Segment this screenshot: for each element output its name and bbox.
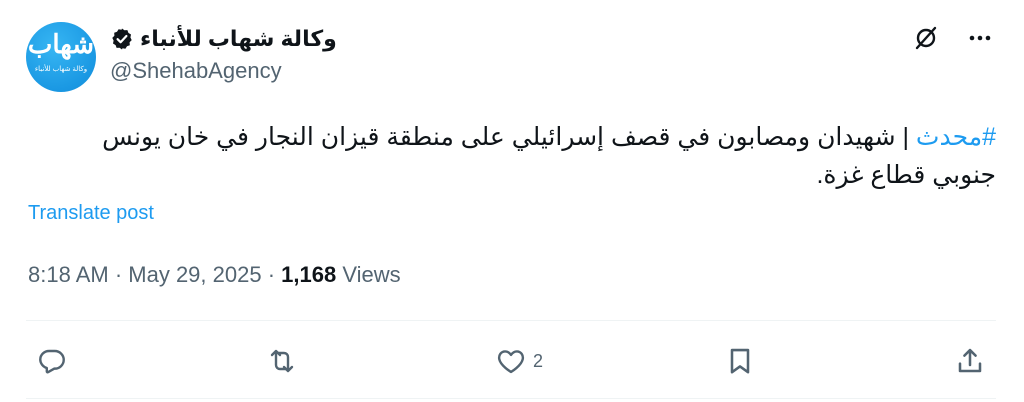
author-handle[interactable]: @ShehabAgency (110, 58, 282, 84)
divider-top (26, 320, 996, 321)
grok-slash-icon[interactable] (912, 24, 940, 52)
tweet-timestamp[interactable]: 8:18 AM · May 29, 2025 (28, 262, 262, 287)
more-icon[interactable] (966, 24, 994, 52)
divider-bottom (26, 398, 996, 399)
avatar-logo-text: شهاب (27, 30, 95, 60)
verified-badge-icon (112, 28, 132, 50)
views-count: 1,168 (281, 262, 337, 287)
translate-post-link[interactable]: Translate post (28, 202, 154, 225)
author-display-name[interactable]: وكالة شهاب للأنباء (140, 26, 337, 52)
repost-button[interactable] (265, 338, 305, 384)
views-label: Views (336, 262, 401, 287)
repost-icon (270, 349, 294, 373)
reply-icon (39, 349, 65, 374)
bookmark-icon (730, 348, 750, 374)
tweet-body-text: | شهيدان ومصابون في قصف إسرائيلي على منط… (102, 123, 996, 189)
share-button[interactable] (954, 338, 992, 384)
avatar[interactable]: شهاب وكالة شهاب للأنباء (26, 22, 96, 92)
share-icon (958, 348, 982, 373)
avatar-logo-subtext: وكالة شهاب للأنباء (34, 66, 88, 73)
meta-separator: · (261, 262, 282, 287)
tweet-top-actions (912, 24, 994, 52)
heart-icon (497, 350, 525, 374)
tweet-action-bar: 2 (0, 338, 1024, 384)
tweet-meta: 8:18 AM · May 29, 2025 · 1,168 Views (28, 262, 401, 288)
tweet-text: #محدث | شهيدان ومصابون في قصف إسرائيلي ع… (36, 118, 996, 194)
like-button[interactable]: 2 (495, 338, 543, 384)
like-count: 2 (533, 350, 544, 371)
author-name-row: وكالة شهاب للأنباء (110, 24, 337, 54)
bookmark-button[interactable] (724, 338, 762, 384)
hashtag-link[interactable]: #محدث (916, 123, 996, 151)
reply-button[interactable] (36, 338, 74, 384)
